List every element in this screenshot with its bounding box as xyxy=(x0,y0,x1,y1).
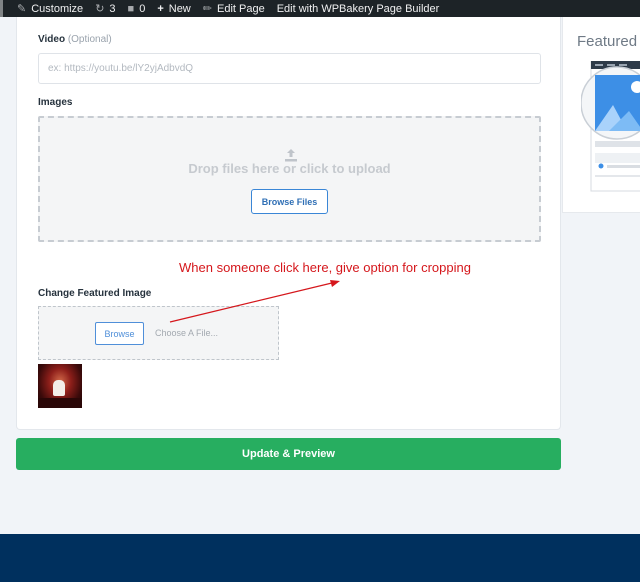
video-label: Video (Optional) xyxy=(38,34,112,45)
side-panel-title: Featured xyxy=(577,33,638,50)
plus-icon: + xyxy=(157,2,164,15)
featured-illustration-icon xyxy=(581,61,640,192)
update-preview-button[interactable]: Update & Preview xyxy=(16,438,561,470)
edit-form-card: Video (Optional) Images Drop files here … xyxy=(16,17,561,430)
images-label: Images xyxy=(38,97,73,108)
video-optional-text: (Optional) xyxy=(67,34,112,45)
customize-link[interactable]: ✎ Customize xyxy=(11,0,89,17)
comment-icon: ■ xyxy=(127,2,135,15)
featured-image-label: Change Featured Image xyxy=(38,288,152,299)
new-content-link[interactable]: + New xyxy=(151,0,196,17)
annotation-arrow-icon xyxy=(169,280,340,323)
pencil-icon: ✏ xyxy=(202,3,212,15)
edit-page-link[interactable]: ✏ Edit Page xyxy=(197,0,271,17)
dropzone-message: Drop files here or click to upload xyxy=(188,161,391,176)
video-label-text: Video xyxy=(38,34,66,45)
edit-page-label: Edit Page xyxy=(216,2,265,15)
footer xyxy=(0,534,640,582)
thumbnail-figure xyxy=(53,380,65,396)
updates-count: 3 xyxy=(109,2,116,15)
image-dropzone[interactable]: Drop files here or click to upload Brows… xyxy=(38,116,541,242)
brush-icon: ✎ xyxy=(17,3,27,15)
upload-icon xyxy=(285,149,297,162)
featured-browse-button[interactable]: Browse xyxy=(95,322,144,345)
comments-link[interactable]: ■ 0 xyxy=(122,0,152,17)
browse-files-button[interactable]: Browse Files xyxy=(251,189,328,214)
admin-bar: ✎ Customize ↻ 3 ■ 0 + New ✏ Edit Page Ed… xyxy=(0,0,640,17)
customize-label: Customize xyxy=(31,2,84,15)
video-url-input[interactable] xyxy=(38,53,541,84)
new-label: New xyxy=(168,2,191,15)
wpbakery-link[interactable]: Edit with WPBakery Page Builder xyxy=(271,0,446,17)
updates-link[interactable]: ↻ 3 xyxy=(89,0,121,17)
featured-side-panel: Featured xyxy=(562,17,640,213)
wp-logo-edge[interactable] xyxy=(0,0,3,17)
featured-image-thumbnail xyxy=(38,364,82,408)
cropping-annotation: When someone click here, give option for… xyxy=(179,260,471,275)
refresh-icon: ↻ xyxy=(95,3,105,15)
comments-count: 0 xyxy=(139,2,146,15)
thumbnail-floor xyxy=(38,398,82,408)
wpbakery-label: Edit with WPBakery Page Builder xyxy=(276,2,440,15)
